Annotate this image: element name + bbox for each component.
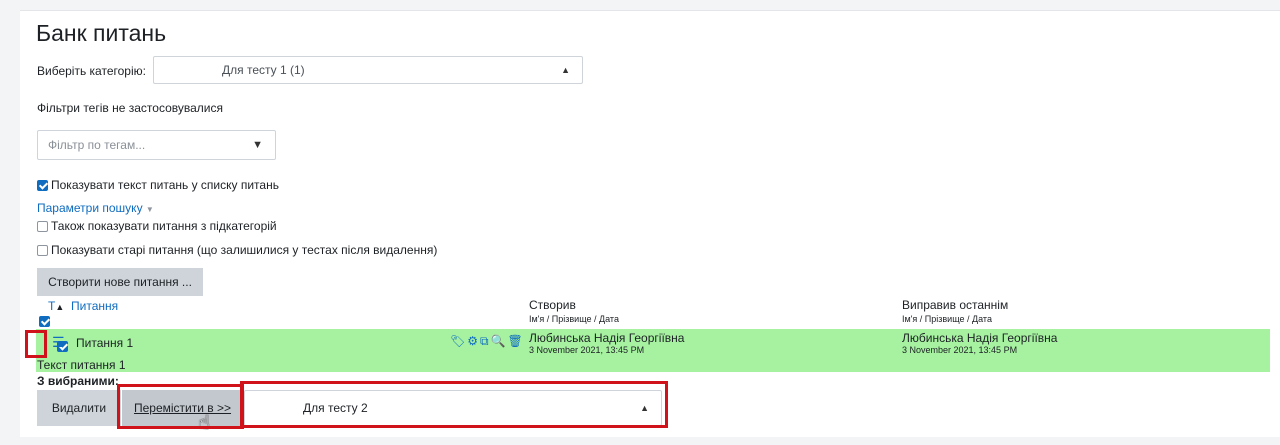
preview-icon[interactable]: 🔍 — [491, 334, 508, 348]
type-column-header[interactable]: T▲ — [48, 299, 64, 313]
sort-by-date-link[interactable]: Дата — [972, 314, 992, 324]
annotation-box-move-target — [240, 381, 668, 428]
created-by-name: Любинська Надія Георгіївна — [529, 331, 685, 345]
search-params-link[interactable]: Параметри пошуку ▼ — [37, 201, 154, 215]
created-by-column-header: Створив — [529, 298, 576, 312]
page-title: Банк питань — [36, 20, 167, 46]
modified-date: 3 November 2021, 13:45 PM — [902, 345, 1018, 355]
question-column-header[interactable]: Питання — [71, 299, 118, 313]
category-label: Виберіть категорію: — [37, 64, 146, 78]
show-question-text-label: Показувати текст питань у списку питань — [51, 178, 279, 192]
category-selected-value: Для тесту 1 (1) — [222, 63, 305, 77]
delete-button[interactable]: Видалити — [37, 390, 121, 426]
sort-by-first-name-link[interactable]: Ім'я — [529, 314, 544, 324]
old-questions-label: Показувати старі питання (що залишилися … — [51, 243, 438, 257]
old-questions-option[interactable]: Показувати старі питання (що залишилися … — [37, 243, 437, 257]
drag-handle-icon[interactable]: ☰ — [52, 334, 65, 351]
subcategories-checkbox[interactable] — [37, 221, 48, 232]
select-all-checkbox[interactable] — [39, 316, 50, 327]
tag-filter-placeholder: Фільтр по тегам... — [48, 138, 146, 152]
modified-by-name: Любинська Надія Георгіївна — [902, 331, 1058, 345]
show-question-text-checkbox[interactable] — [37, 180, 48, 191]
caret-down-icon: ▼ — [145, 205, 154, 214]
with-selected-label: З вибраними: — [37, 374, 119, 388]
duplicate-icon[interactable]: ⧉ — [480, 334, 491, 348]
sort-separator: / — [591, 314, 600, 324]
created-date: 3 November 2021, 13:45 PM — [529, 345, 645, 355]
show-question-text-option[interactable]: Показувати текст питань у списку питань — [37, 178, 279, 192]
select-arrows-icon: ▲︎ — [561, 65, 570, 75]
sort-separator: / — [964, 314, 973, 324]
create-question-button[interactable]: Створити нове питання ... — [37, 268, 203, 296]
subcategories-label: Також показувати питання з підкатегорій — [51, 219, 277, 233]
modified-by-column-header: Виправив останнім — [902, 298, 1009, 312]
annotation-box-checkbox — [25, 330, 47, 358]
modified-by-sort-links: Ім'я / Прізвище / Дата — [902, 314, 992, 324]
tag-filters-status: Фільтри тегів не застосовувалися — [37, 101, 223, 115]
annotation-box-move-button — [117, 384, 244, 429]
question-actions: 🏷⚙⧉🔍🗑 — [450, 334, 525, 349]
subcategories-option[interactable]: Також показувати питання з підкатегорій — [37, 219, 277, 233]
created-by-sort-links: Ім'я / Прізвище / Дата — [529, 314, 619, 324]
category-select[interactable]: Для тесту 1 (1) ▲︎ — [153, 56, 583, 84]
gear-icon[interactable]: ⚙ — [467, 334, 480, 348]
sort-asc-icon: ▲ — [55, 302, 65, 312]
sort-by-last-name-link[interactable]: Прізвище — [552, 314, 592, 324]
tag-icon[interactable]: 🏷 — [450, 334, 467, 348]
question-text: Текст питання 1 — [37, 358, 126, 372]
sort-by-last-name-link[interactable]: Прізвище — [925, 314, 965, 324]
trash-icon[interactable]: 🗑 — [508, 334, 525, 348]
sort-by-first-name-link[interactable]: Ім'я — [902, 314, 917, 324]
sort-separator: / — [544, 314, 552, 324]
old-questions-checkbox[interactable] — [37, 245, 48, 256]
sort-separator: / — [917, 314, 925, 324]
question-name: Питання 1 — [76, 336, 134, 350]
tag-filter-input[interactable]: Фільтр по тегам... ▼ — [37, 130, 276, 160]
search-params-label: Параметри пошуку — [37, 201, 143, 215]
chevron-down-icon[interactable]: ▼ — [252, 139, 263, 151]
sort-by-date-link[interactable]: Дата — [599, 314, 619, 324]
